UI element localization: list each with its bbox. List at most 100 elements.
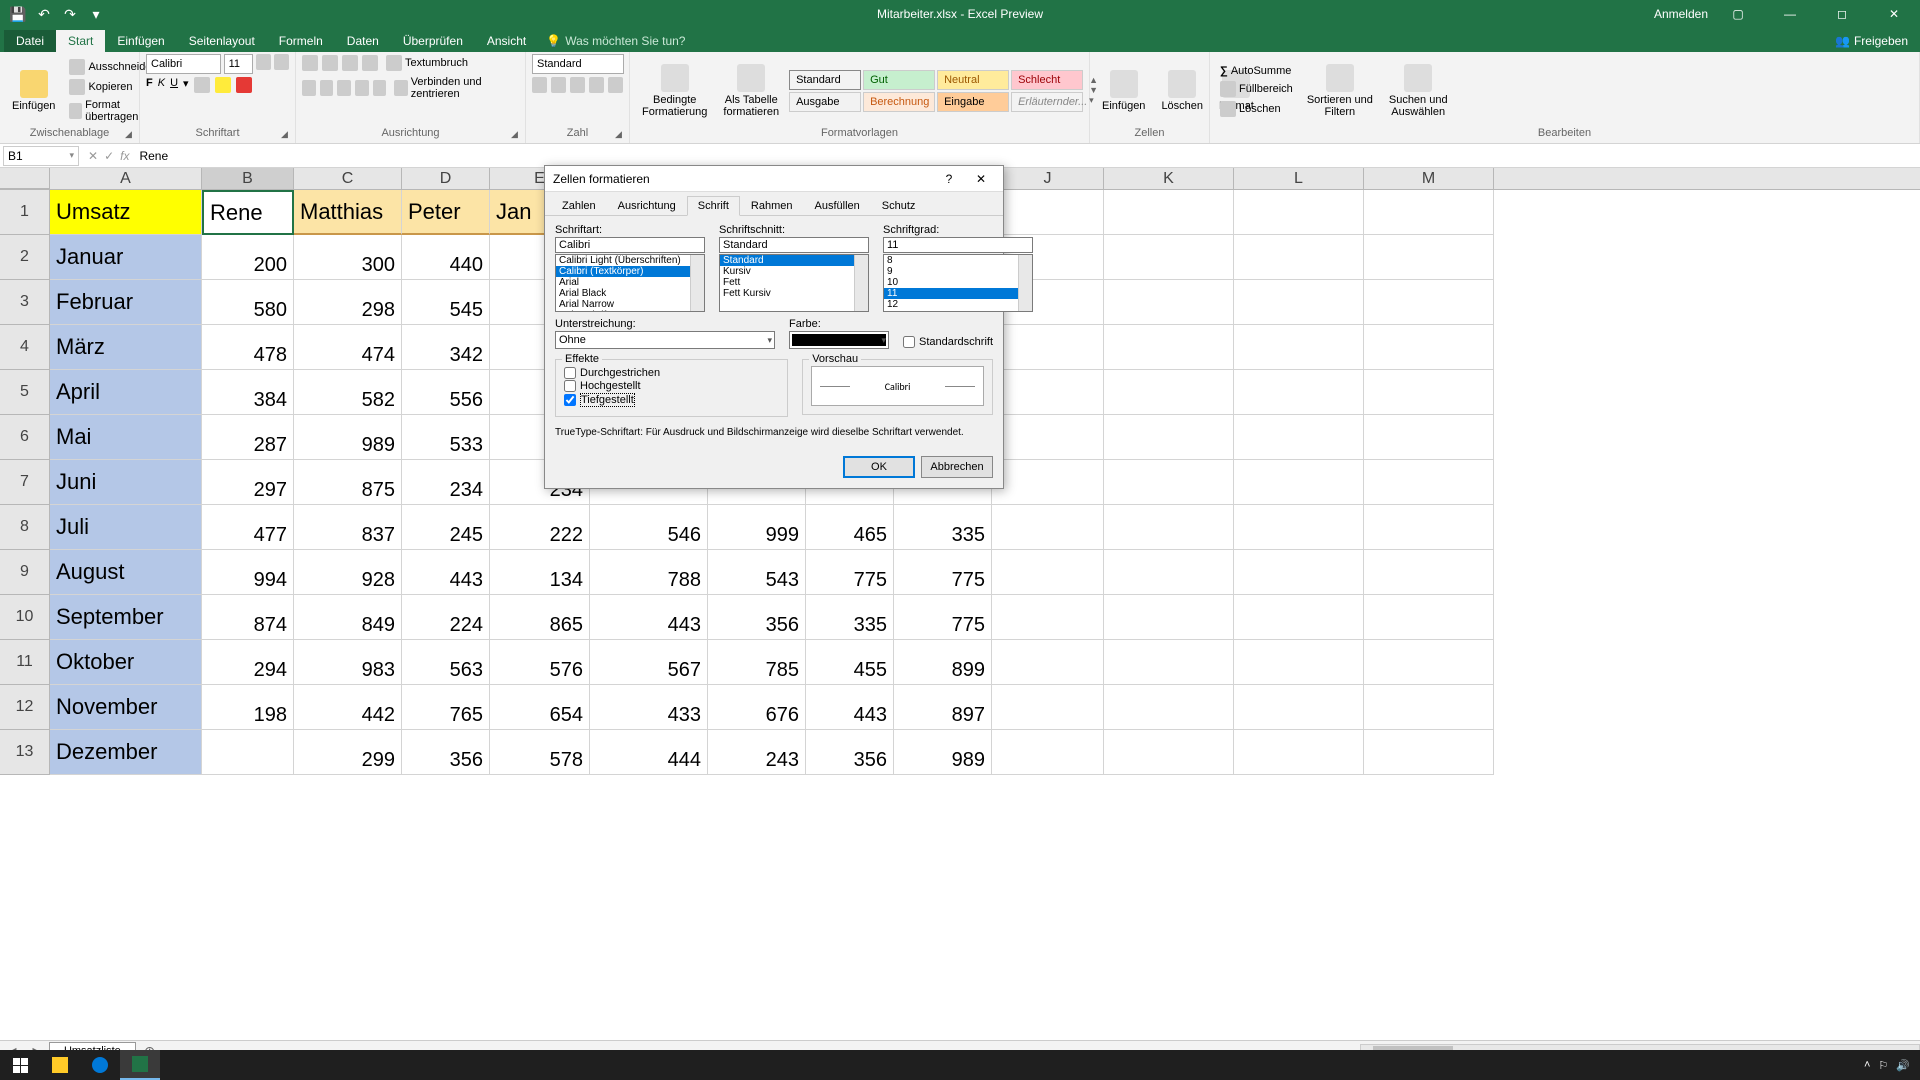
- indent-dec-icon[interactable]: [355, 80, 369, 96]
- cell[interactable]: 788: [590, 550, 708, 595]
- cell[interactable]: Matthias: [294, 190, 402, 235]
- cell[interactable]: Mai: [50, 415, 202, 460]
- cell[interactable]: [1364, 595, 1494, 640]
- number-format-combo[interactable]: Standard: [532, 54, 624, 74]
- dlg-tab-zahlen[interactable]: Zahlen: [551, 196, 607, 215]
- cell[interactable]: [1364, 550, 1494, 595]
- merge-button[interactable]: Verbinden und zentrieren: [390, 75, 519, 101]
- percent-icon[interactable]: [551, 77, 566, 93]
- row-header[interactable]: 6: [0, 415, 50, 460]
- cell[interactable]: 356: [806, 730, 894, 775]
- find-select-button[interactable]: Suchen und Auswählen: [1383, 62, 1454, 120]
- cell[interactable]: [1104, 685, 1234, 730]
- style-standard[interactable]: Standard: [789, 70, 861, 90]
- durchgestrichen-checkbox[interactable]: Durchgestrichen: [564, 367, 779, 379]
- cell[interactable]: 989: [894, 730, 992, 775]
- font-color-icon[interactable]: [236, 77, 252, 93]
- cell[interactable]: 546: [590, 505, 708, 550]
- tab-review[interactable]: Überprüfen: [391, 30, 475, 52]
- farbe-combo[interactable]: [789, 331, 889, 349]
- cell[interactable]: [1364, 685, 1494, 730]
- minimize-icon[interactable]: —: [1768, 0, 1812, 28]
- cell[interactable]: 198: [202, 685, 294, 730]
- cell[interactable]: [992, 460, 1104, 505]
- qat-dropdown-icon[interactable]: ▾: [84, 3, 108, 25]
- row-header[interactable]: 5: [0, 370, 50, 415]
- cell[interactable]: [1104, 505, 1234, 550]
- clipboard-launcher-icon[interactable]: ◢: [125, 129, 137, 141]
- cell[interactable]: [1234, 595, 1364, 640]
- border-icon[interactable]: [194, 77, 210, 93]
- wrap-text-button[interactable]: Textumbruch: [382, 54, 472, 72]
- scrollbar[interactable]: [690, 255, 704, 311]
- cell[interactable]: [1234, 640, 1364, 685]
- scrollbar[interactable]: [1018, 255, 1032, 311]
- share-button[interactable]: 👥 Freigeben: [1823, 30, 1920, 52]
- currency-icon[interactable]: [532, 77, 547, 93]
- system-tray[interactable]: ˄⚐🔊: [1854, 1059, 1920, 1072]
- signin-link[interactable]: Anmelden: [1654, 7, 1708, 21]
- cell[interactable]: [1234, 730, 1364, 775]
- cell[interactable]: 775: [894, 550, 992, 595]
- hochgestellt-checkbox[interactable]: Hochgestellt: [564, 380, 779, 392]
- cell[interactable]: 134: [490, 550, 590, 595]
- row-header[interactable]: 12: [0, 685, 50, 730]
- fill-button[interactable]: Füllbereich: [1216, 80, 1297, 98]
- tab-file[interactable]: Datei: [4, 30, 56, 52]
- cell[interactable]: 298: [294, 280, 402, 325]
- font-name-combo[interactable]: Calibri: [146, 54, 221, 74]
- cell[interactable]: 994: [202, 550, 294, 595]
- cell[interactable]: 300: [294, 235, 402, 280]
- row-header[interactable]: 9: [0, 550, 50, 595]
- cell[interactable]: [1234, 415, 1364, 460]
- cell[interactable]: Umsatz: [50, 190, 202, 235]
- cell[interactable]: [992, 595, 1104, 640]
- align-bot-icon[interactable]: [342, 55, 358, 71]
- schriftgrad-list[interactable]: 8 9 10 11 12 14: [883, 254, 1033, 312]
- schriftart-list[interactable]: Calibri Light (Überschriften) Calibri (T…: [555, 254, 705, 312]
- cell[interactable]: [1364, 730, 1494, 775]
- cell[interactable]: 243: [708, 730, 806, 775]
- cell[interactable]: [1364, 460, 1494, 505]
- fx-icon[interactable]: fx: [120, 149, 129, 163]
- cell[interactable]: 897: [894, 685, 992, 730]
- cell[interactable]: [1234, 190, 1364, 235]
- italic-button[interactable]: K: [158, 77, 165, 93]
- cell[interactable]: [1364, 640, 1494, 685]
- tray-chevron-icon[interactable]: ˄: [1864, 1059, 1870, 1071]
- cell[interactable]: 545: [402, 280, 490, 325]
- ok-button[interactable]: OK: [843, 456, 915, 478]
- style-schlecht[interactable]: Schlecht: [1011, 70, 1083, 90]
- cell[interactable]: 224: [402, 595, 490, 640]
- cell[interactable]: [1364, 190, 1494, 235]
- cell[interactable]: August: [50, 550, 202, 595]
- cell[interactable]: 582: [294, 370, 402, 415]
- cell[interactable]: [1104, 325, 1234, 370]
- clear-button[interactable]: Löschen: [1216, 100, 1297, 118]
- cell[interactable]: [1364, 280, 1494, 325]
- select-all-corner[interactable]: [0, 168, 50, 189]
- align-left-icon[interactable]: [302, 80, 316, 96]
- schriftschnitt-input[interactable]: [719, 237, 869, 253]
- cell[interactable]: 765: [402, 685, 490, 730]
- cell[interactable]: 556: [402, 370, 490, 415]
- cell[interactable]: 875: [294, 460, 402, 505]
- cell[interactable]: [1364, 235, 1494, 280]
- cell[interactable]: November: [50, 685, 202, 730]
- cell[interactable]: 899: [894, 640, 992, 685]
- cells-delete-button[interactable]: Löschen: [1155, 68, 1209, 114]
- cell[interactable]: [992, 730, 1104, 775]
- cell[interactable]: 443: [590, 595, 708, 640]
- cell[interactable]: 543: [708, 550, 806, 595]
- style-berechnung[interactable]: Berechnung: [863, 92, 935, 112]
- cell[interactable]: 578: [490, 730, 590, 775]
- cell[interactable]: 567: [590, 640, 708, 685]
- fill-color-icon[interactable]: [215, 77, 231, 93]
- cell[interactable]: 849: [294, 595, 402, 640]
- formula-input[interactable]: Rene: [135, 148, 1920, 164]
- cell[interactable]: [1364, 370, 1494, 415]
- cell[interactable]: September: [50, 595, 202, 640]
- col-header[interactable]: M: [1364, 168, 1494, 189]
- cell[interactable]: [1234, 460, 1364, 505]
- row-header[interactable]: 1: [0, 190, 50, 235]
